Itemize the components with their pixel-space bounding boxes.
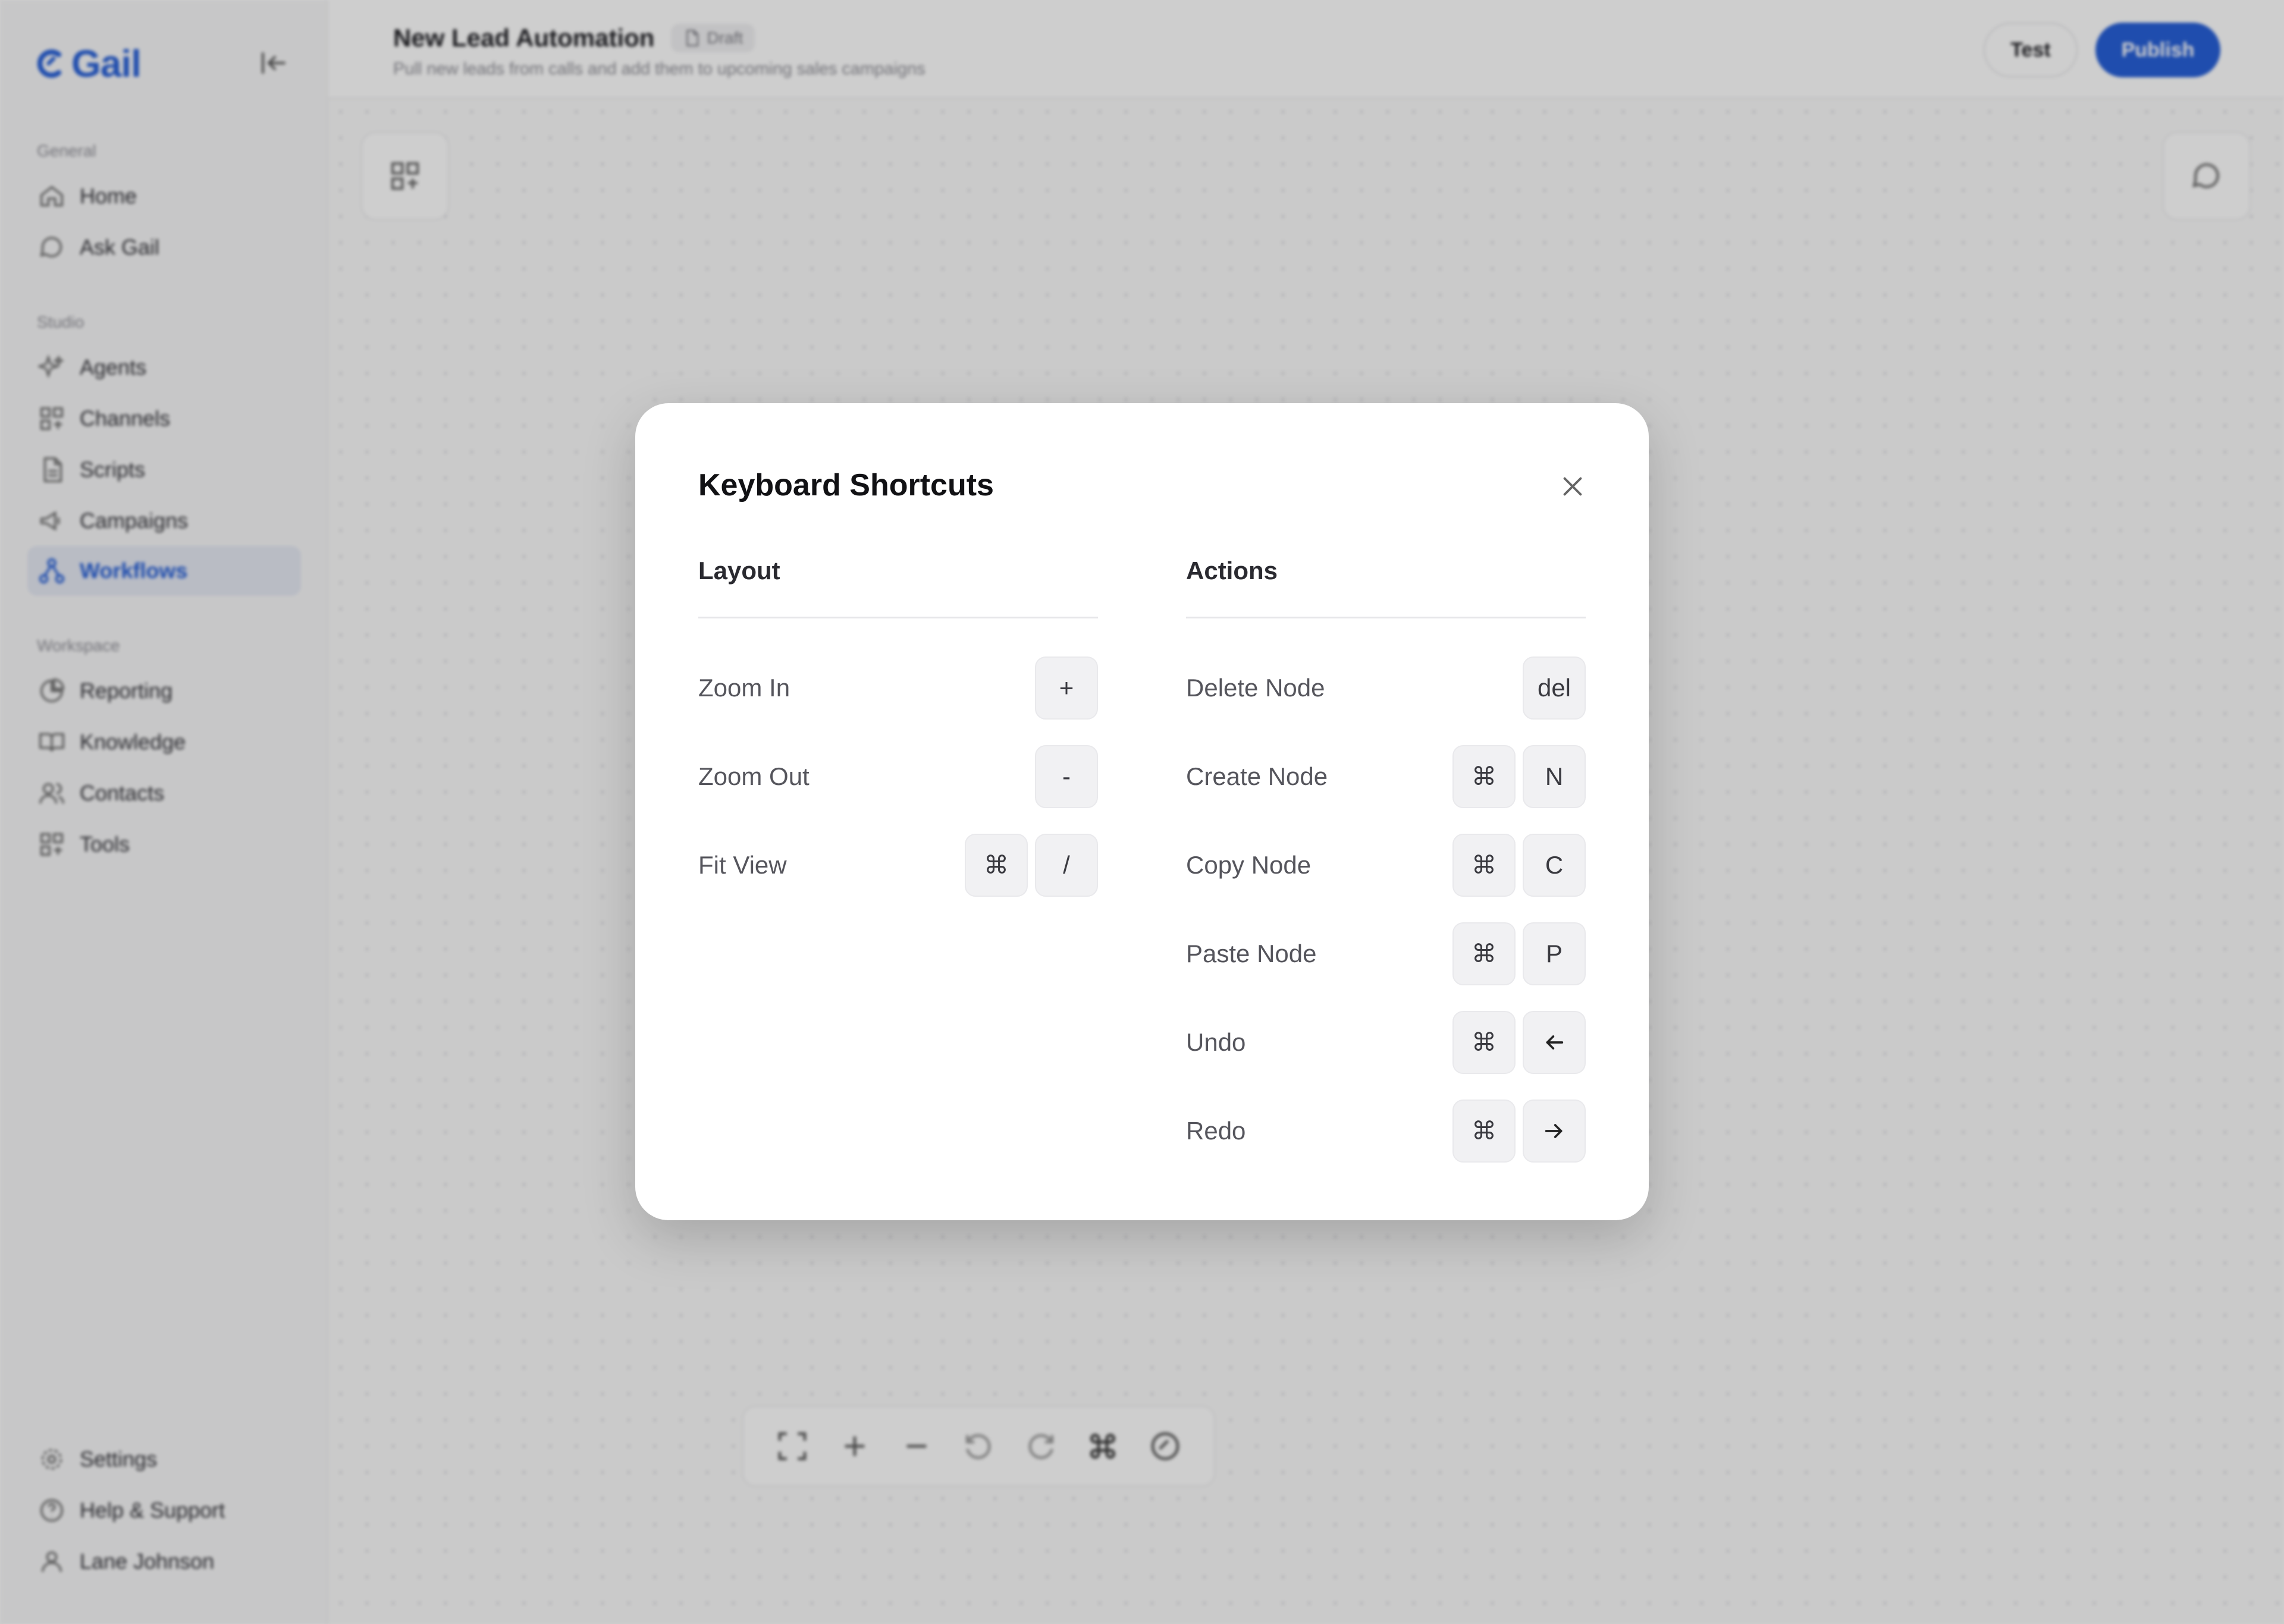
key-cap: N [1523, 745, 1586, 808]
shortcut-label: Paste Node [1186, 939, 1317, 968]
key-cap: / [1035, 833, 1098, 897]
close-icon [1563, 477, 1582, 496]
shortcut-label: Redo [1186, 1116, 1246, 1145]
column-heading: Layout [698, 557, 1098, 618]
shortcut-label: Delete Node [1186, 673, 1325, 702]
shortcut-row: Undo ⌘ [1186, 998, 1586, 1086]
shortcut-column-actions: Actions Delete Node del Create Node ⌘ N … [1186, 557, 1586, 1175]
close-button[interactable] [1551, 465, 1594, 508]
shortcut-row: Redo ⌘ [1186, 1086, 1586, 1175]
key-cap: ⌘ [1452, 1010, 1516, 1074]
shortcut-row: Zoom Out - [698, 732, 1098, 821]
shortcut-label: Undo [1186, 1028, 1246, 1056]
key-cap: - [1035, 745, 1098, 808]
key-cap: ⌘ [1452, 922, 1516, 985]
key-cap: + [1035, 656, 1098, 720]
key-cap: ⌘ [1452, 745, 1516, 808]
keyboard-shortcuts-dialog: Keyboard Shortcuts Layout Zoom In + Zoom… [635, 403, 1649, 1220]
column-heading: Actions [1186, 557, 1586, 618]
key-cap [1523, 1099, 1586, 1163]
arrow-right-icon [1545, 1123, 1563, 1138]
arrow-left-icon [1546, 1035, 1564, 1050]
shortcut-label: Fit View [698, 850, 787, 879]
shortcut-row: Paste Node ⌘ P [1186, 909, 1586, 998]
shortcut-row: Create Node ⌘ N [1186, 732, 1586, 821]
shortcut-row: Copy Node ⌘ C [1186, 821, 1586, 909]
shortcut-label: Create Node [1186, 762, 1328, 790]
shortcut-label: Copy Node [1186, 850, 1312, 879]
shortcut-row: Zoom In + [698, 643, 1098, 732]
key-cap: ⌘ [1452, 1099, 1516, 1163]
key-cap: ⌘ [965, 833, 1028, 897]
dialog-title: Keyboard Shortcuts [698, 468, 994, 502]
key-cap: C [1523, 833, 1586, 897]
shortcut-row: Fit View ⌘ / [698, 821, 1098, 909]
shortcut-label: Zoom In [698, 673, 790, 702]
shortcut-row: Delete Node del [1186, 643, 1586, 732]
key-cap: P [1523, 922, 1586, 985]
key-cap: ⌘ [1452, 833, 1516, 897]
key-cap: del [1523, 656, 1586, 720]
key-cap [1523, 1010, 1586, 1074]
shortcut-column-layout: Layout Zoom In + Zoom Out - Fit View ⌘ / [698, 557, 1098, 909]
shortcut-label: Zoom Out [698, 762, 810, 790]
